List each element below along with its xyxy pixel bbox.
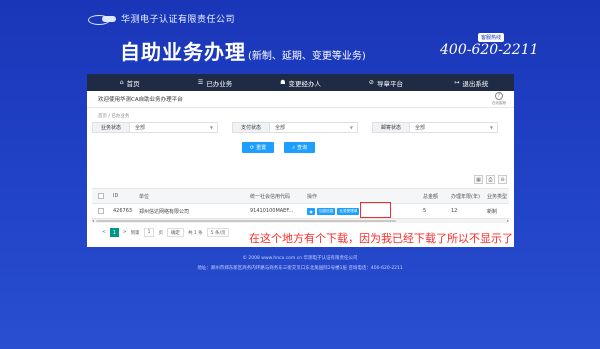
col-unit: 单位	[139, 193, 150, 200]
query-button[interactable]: ⌕ 查询	[284, 142, 316, 153]
company-name: 华测电子认证有限责任公司	[121, 15, 236, 25]
nav-logout-label: 退出系统	[462, 79, 489, 88]
per-page-select[interactable]: 5 条/页	[206, 228, 230, 237]
logout-icon: ↦	[454, 79, 460, 86]
col-years: 办理年限(年)	[451, 193, 480, 200]
nav-home-label: 首页	[126, 79, 140, 88]
col-type: 业务类型	[487, 193, 508, 200]
table-row: 426763 郑州信达网络有限公司 91410100MAEF... ◉ 加密信息…	[92, 204, 509, 219]
mail-status-value: 全部	[415, 125, 426, 131]
company-header: 华测电子认证有限责任公司	[88, 12, 235, 25]
nav-completed-business[interactable]: ☰ 已办业务	[172, 74, 257, 91]
prev-page-button[interactable]: <	[102, 230, 106, 235]
col-credit-code: 统一社会信用代码	[250, 193, 291, 200]
footer: © 2008 www.hnca.com.cn 华测电子认证有限责任公司 地址：郑…	[0, 254, 600, 274]
cell-type: 新制	[487, 208, 498, 215]
goto-label: 到第	[130, 230, 140, 236]
business-status-value: 全部	[135, 125, 146, 131]
breadcrumb: 首页 / 已办业务	[98, 114, 130, 119]
footer-copyright: © 2008 www.hnca.com.cn 华测电子认证有限责任公司	[242, 256, 358, 261]
company-logo-icon	[88, 13, 116, 25]
page-number[interactable]: 1	[109, 228, 119, 237]
export-icon[interactable]: ⊖	[498, 175, 507, 184]
page-unit-label: 页	[158, 230, 163, 236]
scroll-thumb[interactable]	[96, 220, 396, 222]
mail-status-select[interactable]: 全部 ▼	[410, 122, 498, 133]
goto-page-input[interactable]: 1	[143, 228, 155, 237]
home-icon: ⌂	[119, 79, 124, 86]
filter-buttons: ⟳ 重置 ⌕ 查询	[43, 142, 514, 153]
chevron-down-icon: ▼	[209, 125, 213, 130]
payment-status-value: 全部	[275, 125, 286, 131]
nav-seal-platform[interactable]: ⊘ 导章平台	[343, 74, 428, 91]
select-all-checkbox[interactable]	[92, 193, 109, 199]
annotation-note: 在这个地方有个下载，因为我已经下载了所以不显示了	[249, 232, 513, 245]
mail-status-filter: 邮寄状态 全部 ▼	[372, 122, 512, 133]
payment-status-select[interactable]: 全部 ▼	[270, 122, 358, 133]
footer-address: 地址：郑州市郑东新区商务内环路与商务东三街交叉口东北角国际2号楼1层 咨询电话：…	[197, 266, 403, 271]
search-icon: ⌕	[292, 144, 295, 151]
nav-seal-platform-label: 导章平台	[376, 79, 403, 88]
reset-label: 重置	[256, 145, 267, 151]
online-service-label: 在线客服	[492, 101, 506, 105]
pagination: < 1 > 到第 1 页 确定 共 1 条 5 条/页	[102, 228, 230, 237]
table-toolbar: ▦ ⎙ ⊖	[474, 175, 507, 184]
next-page-button[interactable]: >	[123, 230, 127, 235]
welcome-bar: 欢迎使用华测CA自助业务办理平台 ? 在线客服	[87, 91, 514, 108]
page-title-sub: (新制、延期、变更等业务)	[248, 51, 366, 62]
seal-icon: ⊘	[368, 79, 374, 86]
list-icon: ☰	[197, 79, 204, 86]
col-operation: 操作	[307, 193, 318, 200]
col-id: ID	[113, 193, 119, 199]
business-status-filter: 业务状态 全部 ▼	[92, 122, 232, 133]
reset-button[interactable]: ⟳ 重置	[241, 142, 275, 153]
scroll-right-icon[interactable]: ▸	[507, 219, 509, 223]
highlight-box	[360, 202, 391, 218]
payment-status-label: 支付状态	[232, 122, 270, 133]
col-amount: 总金额	[423, 193, 439, 200]
page-title: 自助业务办理 (新制、延期、变更等业务)	[120, 36, 366, 65]
payment-status-filter: 支付状态 全部 ▼	[232, 122, 372, 133]
cell-years: 12	[451, 208, 458, 214]
main-nav: ⌂ 首页 ☰ 已办业务 ☗ 变更经办人 ⊘ 导章平台 ↦ 退出系统	[87, 74, 514, 91]
hotline-number: 400-620-2211	[440, 42, 539, 58]
total-count: 共 1 条	[187, 230, 203, 236]
chevron-down-icon: ▼	[489, 125, 493, 130]
nav-change-handler[interactable]: ☗ 变更经办人	[258, 74, 343, 91]
confirm-button[interactable]: 确定	[166, 228, 184, 237]
business-status-select[interactable]: 全部 ▼	[130, 122, 218, 133]
refresh-icon: ⟳	[249, 144, 255, 151]
main-panel: ⌂ 首页 ☰ 已办业务 ☗ 变更经办人 ⊘ 导章平台 ↦ 退出系统 欢迎使用华测…	[87, 74, 514, 247]
cell-unit: 郑州信达网络有限公司	[139, 208, 190, 215]
scroll-left-icon[interactable]: ◂	[92, 219, 94, 223]
welcome-text: 欢迎使用华测CA自助业务办理平台	[98, 97, 183, 103]
horizontal-scrollbar[interactable]: ◂ ▸	[92, 219, 509, 223]
help-icon: ?	[495, 92, 503, 100]
query-label: 查询	[297, 145, 308, 151]
hotline-badge: 客服热线	[478, 33, 505, 42]
chevron-down-icon: ▼	[349, 125, 353, 130]
nav-change-handler-label: 变更经办人	[288, 79, 321, 88]
row-checkbox[interactable]	[92, 208, 109, 214]
nav-home[interactable]: ⌂ 首页	[87, 74, 172, 91]
page-title-main: 自助业务办理	[120, 40, 246, 64]
nav-completed-label: 已办业务	[206, 79, 233, 88]
acceptance-form-button[interactable]: 业务受理单	[337, 207, 360, 215]
mail-status-label: 邮寄状态	[372, 122, 410, 133]
cell-amount: 5	[423, 208, 427, 214]
online-service[interactable]: ? 在线客服	[492, 92, 506, 106]
detail-button[interactable]: 加密信息	[317, 207, 336, 215]
columns-icon[interactable]: ▦	[474, 175, 483, 184]
user-icon: ☗	[280, 79, 286, 86]
print-icon[interactable]: ⎙	[486, 175, 495, 184]
business-status-label: 业务状态	[92, 122, 130, 133]
filter-row: 业务状态 全部 ▼ 支付状态 全部 ▼ 邮寄状态 全部 ▼	[87, 122, 514, 133]
cell-credit-code: 91410100MAEF...	[250, 208, 294, 214]
nav-logout[interactable]: ↦ 退出系统	[429, 74, 514, 91]
table-header: ID 单位 统一社会信用代码 操作 总金额 办理年限(年) 业务类型	[92, 189, 509, 204]
view-icon[interactable]: ◉	[307, 207, 315, 215]
business-table: ID 单位 统一社会信用代码 操作 总金额 办理年限(年) 业务类型 42676…	[92, 188, 509, 219]
cell-id: 426763	[113, 208, 133, 214]
